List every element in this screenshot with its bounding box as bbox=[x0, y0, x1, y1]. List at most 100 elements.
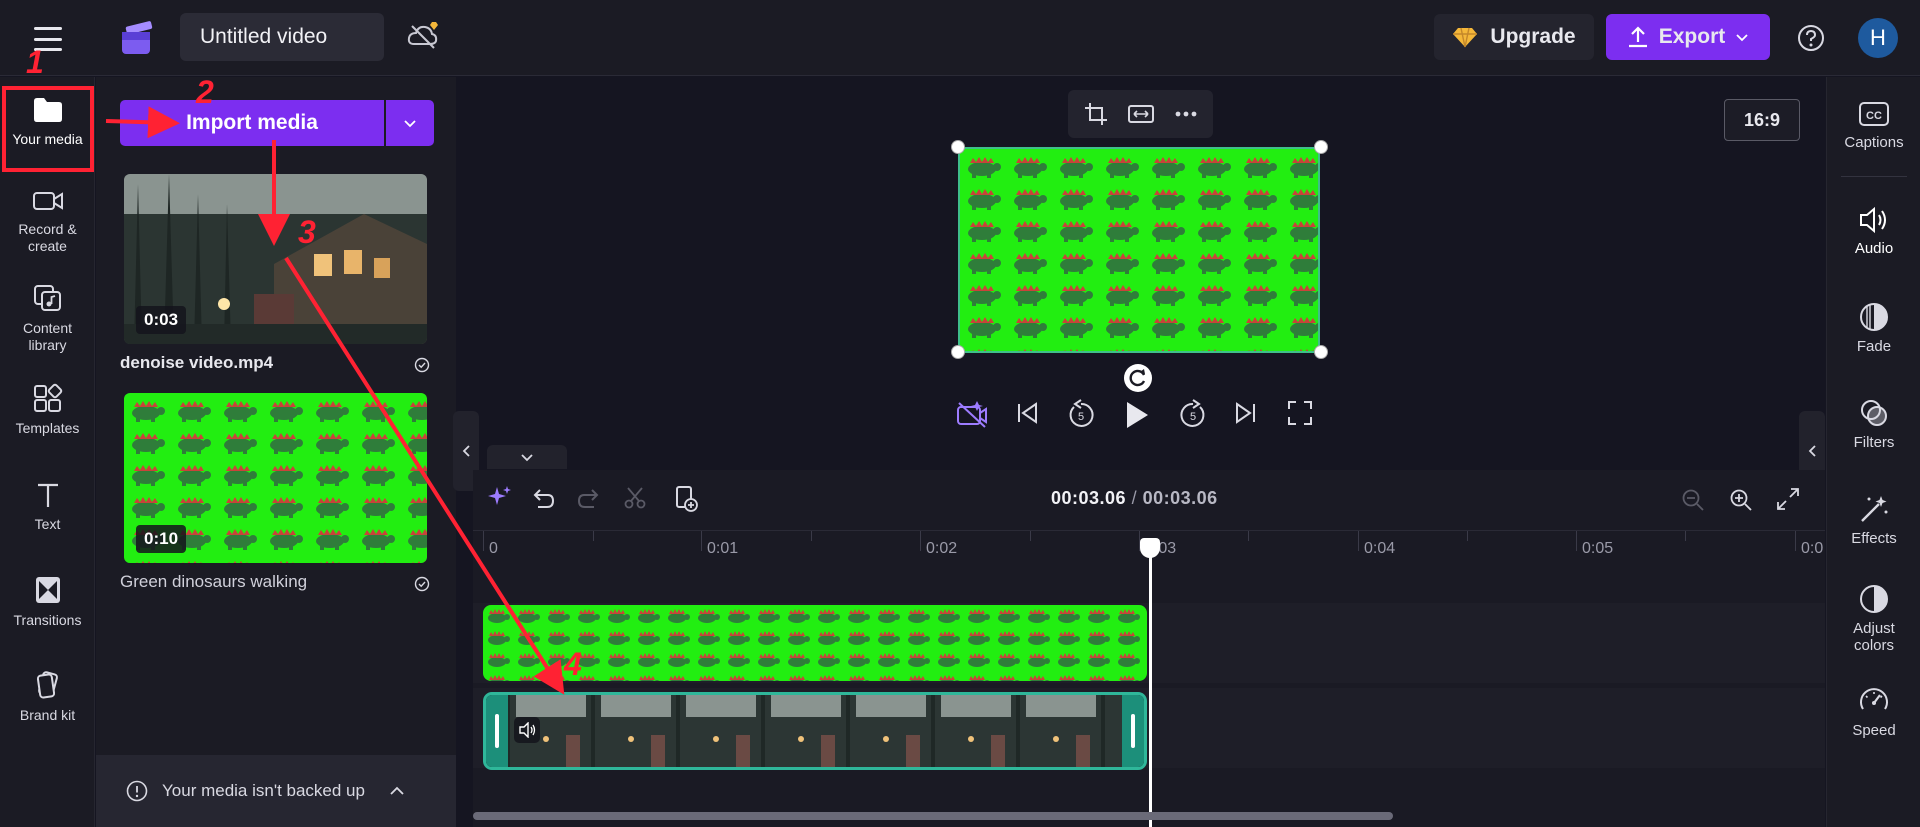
timeline-clip-green-dinosaurs[interactable] bbox=[483, 605, 1147, 681]
svg-text:5: 5 bbox=[1078, 411, 1084, 423]
more-options-icon[interactable] bbox=[1174, 110, 1198, 118]
timeline-horizontal-scrollbar[interactable] bbox=[473, 812, 1393, 820]
aspect-ratio-button[interactable]: 16:9 bbox=[1724, 99, 1800, 141]
prop-label-audio: Audio bbox=[1854, 240, 1894, 257]
prop-label-fade: Fade bbox=[1856, 338, 1892, 355]
zoom-in-icon[interactable] bbox=[1729, 488, 1753, 512]
annotation-step-2: 2 bbox=[196, 74, 214, 110]
redo-icon[interactable] bbox=[577, 486, 603, 510]
import-media-dropdown[interactable] bbox=[386, 100, 434, 146]
crop-icon[interactable] bbox=[1083, 101, 1109, 127]
text-icon bbox=[37, 483, 58, 507]
filters-icon bbox=[1861, 400, 1887, 426]
diamond-icon bbox=[1453, 27, 1478, 48]
fullscreen-icon[interactable] bbox=[1286, 399, 1314, 427]
import-media-button[interactable]: Import media bbox=[120, 100, 384, 146]
camera-icon bbox=[32, 192, 63, 210]
upgrade-label: Upgrade bbox=[1490, 25, 1576, 48]
clip-filmstrip bbox=[486, 695, 1144, 767]
resize-handle[interactable] bbox=[1314, 140, 1328, 154]
chevron-up-icon[interactable] bbox=[389, 786, 405, 796]
clip-trim-handle-left[interactable] bbox=[486, 695, 508, 767]
prop-speed[interactable]: Speed bbox=[1827, 685, 1920, 739]
nav-content-library[interactable]: Content library bbox=[0, 282, 95, 354]
fit-timeline-icon[interactable] bbox=[1775, 486, 1801, 512]
transitions-icon bbox=[35, 577, 60, 603]
prop-captions[interactable]: CC Captions bbox=[1827, 99, 1920, 151]
nav-text[interactable]: Text bbox=[0, 480, 95, 533]
export-label: Export bbox=[1658, 25, 1726, 48]
media-thumbnail-denoise[interactable]: 0:03 bbox=[124, 174, 427, 344]
media-panel: Import media 0:03 denoise video.mp4 0:10… bbox=[96, 77, 456, 827]
timeline-panel: 00:03.06 / 00:03.06 0 0:01 0:02 0:03 0:0… bbox=[473, 470, 1825, 827]
nav-templates[interactable]: Templates bbox=[0, 382, 95, 437]
nav-record-create[interactable]: Record & create bbox=[0, 187, 95, 255]
collapse-timeline-tab[interactable] bbox=[487, 445, 567, 469]
backup-status-bar[interactable]: Your media isn't backed up bbox=[96, 755, 456, 827]
resize-handle[interactable] bbox=[951, 140, 965, 154]
export-button[interactable]: Export bbox=[1606, 14, 1770, 60]
svg-text:5: 5 bbox=[1190, 411, 1196, 423]
media-duration: 0:03 bbox=[136, 306, 187, 334]
playhead-handle[interactable] bbox=[1140, 538, 1160, 558]
ruler-label: 0 bbox=[489, 540, 498, 557]
media-thumbnail-green-dinosaurs[interactable]: 0:10 bbox=[124, 393, 427, 563]
timeline-timecode: 00:03.06 / 00:03.06 bbox=[1051, 488, 1218, 509]
remove-background-icon[interactable] bbox=[955, 399, 989, 429]
prop-filters[interactable]: Filters bbox=[1827, 397, 1920, 451]
project-title-input[interactable]: Untitled video bbox=[180, 13, 384, 61]
upgrade-button[interactable]: Upgrade bbox=[1434, 14, 1594, 60]
skip-forward-icon[interactable] bbox=[1232, 399, 1260, 427]
backup-text: Your media isn't backed up bbox=[162, 781, 365, 800]
right-properties-bar: CC Captions Audio Fade Filters Effects A… bbox=[1826, 77, 1920, 827]
prop-label-captions: Captions bbox=[1844, 134, 1904, 151]
chevron-left-icon bbox=[1808, 445, 1816, 457]
media-name: Green dinosaurs walking bbox=[120, 572, 308, 591]
left-sidebar: Your media Record & create Content libra… bbox=[0, 77, 95, 827]
preview-toolbar bbox=[1068, 90, 1213, 138]
nav-transitions[interactable]: Transitions bbox=[0, 574, 95, 629]
adjust-colors-icon bbox=[1860, 585, 1888, 613]
play-icon[interactable] bbox=[1120, 399, 1152, 431]
info-icon bbox=[126, 780, 148, 802]
forward-5-icon[interactable]: 5 bbox=[1177, 399, 1209, 431]
help-icon[interactable] bbox=[1797, 24, 1825, 52]
clip-audio-button[interactable] bbox=[514, 717, 540, 743]
split-scissors-icon[interactable] bbox=[623, 486, 647, 510]
annotation-highlight-box bbox=[2, 86, 94, 172]
chevron-down-icon bbox=[404, 120, 416, 128]
nav-label-record-create: Record & create bbox=[18, 221, 77, 254]
resize-handle[interactable] bbox=[951, 345, 965, 359]
user-avatar[interactable]: H bbox=[1858, 18, 1898, 58]
rewind-5-icon[interactable]: 5 bbox=[1065, 399, 1097, 431]
audio-icon bbox=[1860, 206, 1886, 234]
playhead-line[interactable] bbox=[1149, 540, 1152, 827]
ruler-label: 0:05 bbox=[1582, 540, 1614, 557]
prop-label-adjust-colors: Adjust colors bbox=[1853, 620, 1895, 654]
zoom-out-icon[interactable] bbox=[1681, 488, 1705, 512]
resize-handle[interactable] bbox=[1314, 345, 1328, 359]
ai-sparkle-icon[interactable] bbox=[487, 484, 513, 510]
media-name: denoise video.mp4 bbox=[120, 353, 274, 372]
nav-brand-kit[interactable]: Brand kit bbox=[0, 669, 95, 724]
timeline-clip-denoise-video[interactable] bbox=[483, 692, 1147, 770]
prop-fade[interactable]: Fade bbox=[1827, 301, 1920, 355]
cloud-off-premium-icon[interactable] bbox=[406, 20, 442, 54]
preview-video-frame bbox=[960, 149, 1318, 351]
effects-icon bbox=[1861, 496, 1888, 522]
rotate-icon[interactable] bbox=[1123, 363, 1153, 393]
prop-audio[interactable]: Audio bbox=[1827, 205, 1920, 257]
nav-label-templates: Templates bbox=[15, 420, 80, 436]
preview-canvas[interactable] bbox=[958, 147, 1320, 353]
clip-trim-handle-right[interactable] bbox=[1122, 695, 1144, 767]
add-clip-icon[interactable] bbox=[673, 484, 699, 512]
fit-icon[interactable] bbox=[1127, 103, 1155, 125]
prop-effects[interactable]: Effects bbox=[1827, 493, 1920, 547]
chevron-down-icon bbox=[1736, 34, 1748, 42]
undo-icon[interactable] bbox=[529, 486, 555, 510]
nav-label-transitions: Transitions bbox=[13, 612, 82, 628]
check-circle-icon bbox=[414, 357, 430, 373]
prop-adjust-colors[interactable]: Adjust colors bbox=[1827, 583, 1920, 654]
clipchamp-logo-icon bbox=[122, 21, 153, 54]
skip-back-icon[interactable] bbox=[1013, 399, 1041, 427]
